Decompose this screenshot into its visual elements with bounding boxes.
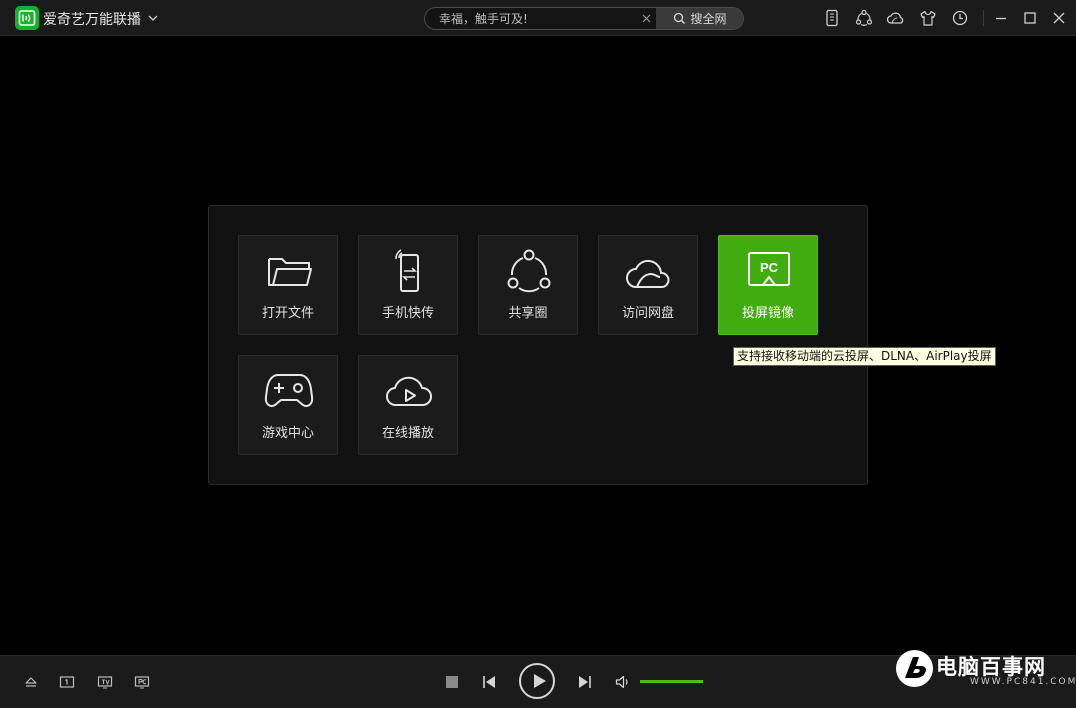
gamepad-icon — [264, 369, 314, 413]
folder-icon — [264, 249, 314, 293]
next-icon[interactable] — [577, 674, 593, 690]
volume-level — [640, 680, 703, 683]
cloud-drive-icon — [624, 249, 674, 293]
svg-text:PC: PC — [760, 260, 779, 275]
minimize-icon[interactable] — [992, 9, 1010, 27]
tile-label: 游戏中心 — [239, 422, 337, 441]
search-icon — [673, 12, 686, 25]
tile-online-play[interactable]: 在线播放 — [358, 355, 458, 455]
volume-slider[interactable] — [640, 680, 703, 683]
search-box: 搜全网 — [424, 7, 744, 30]
search-input[interactable] — [425, 8, 643, 29]
pc-cast-icon: PC — [744, 249, 794, 293]
watermark-logo-icon — [896, 650, 933, 687]
chevron-down-icon[interactable] — [147, 13, 159, 23]
share-circle-icon[interactable] — [855, 9, 873, 27]
play-icon — [532, 674, 546, 688]
search-button[interactable]: 搜全网 — [656, 8, 744, 29]
tile-label: 打开文件 — [239, 302, 337, 321]
close-icon[interactable] — [1050, 9, 1068, 27]
tile-label: 访问网盘 — [599, 302, 697, 321]
pc-icon[interactable] — [134, 674, 150, 690]
tile-label: 共享圈 — [479, 302, 577, 321]
app-logo-icon — [15, 6, 39, 30]
tile-phone-transfer[interactable]: 手机快传 — [358, 235, 458, 335]
share-circle-icon — [504, 249, 554, 293]
history-clock-icon[interactable] — [951, 9, 969, 27]
play-button[interactable] — [519, 663, 555, 699]
watermark-logo: 电脑百事网 WWW.PC841.COM — [896, 650, 1071, 694]
toolbar-divider — [983, 10, 984, 26]
tile-game-center[interactable]: 游戏中心 — [238, 355, 338, 455]
feature-panel: 打开文件 手机快传 共享圈 访问网盘 PC 投屏镜像 游戏中心 在 — [208, 205, 868, 485]
tile-share-circle[interactable]: 共享圈 — [478, 235, 578, 335]
cloud-icon[interactable] — [887, 9, 905, 27]
stop-icon[interactable] — [444, 674, 460, 690]
phone-transfer-icon — [384, 249, 434, 293]
tile-open-file[interactable]: 打开文件 — [238, 235, 338, 335]
clear-icon[interactable] — [640, 12, 653, 25]
subtitle-icon[interactable] — [59, 674, 75, 690]
screen-mirror-tooltip: 支持接收移动端的云投屏、DLNA、AirPlay投屏 — [733, 347, 996, 366]
tile-screen-mirror[interactable]: PC 投屏镜像 — [718, 235, 818, 335]
app-title[interactable]: 爱奇艺万能联播 — [43, 9, 141, 29]
title-bar: 爱奇艺万能联播 搜全网 — [0, 0, 1076, 36]
tshirt-icon[interactable] — [919, 9, 937, 27]
phone-icon[interactable] — [823, 9, 841, 27]
tile-cloud-drive[interactable]: 访问网盘 — [598, 235, 698, 335]
cloud-play-icon — [384, 369, 434, 413]
tile-label: 手机快传 — [359, 302, 457, 321]
maximize-icon[interactable] — [1021, 9, 1039, 27]
previous-icon[interactable] — [481, 674, 497, 690]
watermark-url: WWW.PC841.COM — [970, 677, 1076, 687]
tv-icon[interactable] — [97, 674, 113, 690]
eject-icon[interactable] — [23, 674, 39, 690]
tile-label: 在线播放 — [359, 422, 457, 441]
tile-label: 投屏镜像 — [719, 302, 817, 321]
volume-icon[interactable] — [615, 674, 631, 690]
search-button-label: 搜全网 — [690, 10, 726, 27]
